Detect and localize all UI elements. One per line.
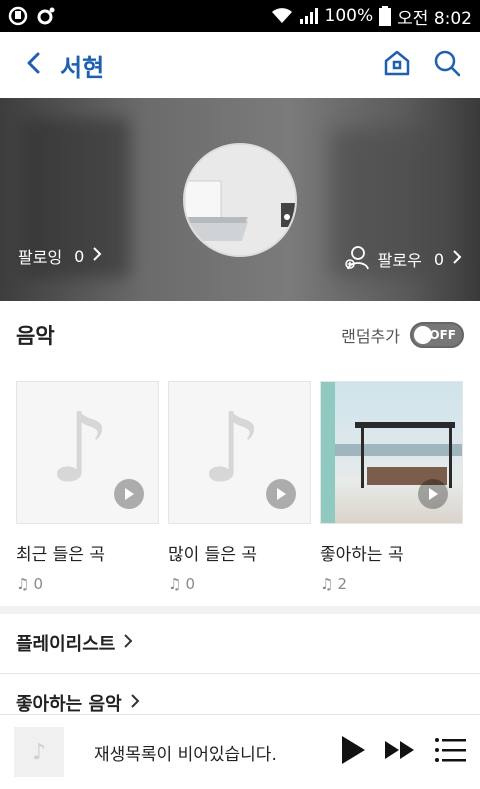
- playlist-icon: [434, 737, 466, 767]
- music-note-small-icon: ♫: [320, 575, 334, 593]
- app-header: 서현: [0, 32, 480, 98]
- chevron-right-icon: [123, 633, 133, 654]
- music-note-small-icon: ♫: [16, 575, 30, 593]
- toggle-state: OFF: [429, 328, 456, 342]
- chevron-right-icon: [92, 246, 102, 266]
- card-thumbnail: ♪: [16, 381, 159, 524]
- playlists-label: 플레이리스트: [16, 634, 116, 655]
- song-count: 2: [337, 575, 347, 593]
- card-thumbnail: [320, 381, 463, 524]
- play-icon: [340, 735, 366, 769]
- music-note-small-icon: ♫: [168, 575, 182, 593]
- play-button[interactable]: [266, 479, 296, 509]
- chevron-right-icon: [130, 693, 140, 714]
- random-add-label: 랜덤추가: [341, 327, 400, 346]
- play-button[interactable]: [114, 479, 144, 509]
- card-label: 많이 들은 곡: [168, 545, 258, 565]
- music-note-icon: ♪: [49, 392, 111, 504]
- clock: 오전 8:02: [397, 8, 472, 29]
- section-title: 음악: [16, 324, 55, 348]
- following-link[interactable]: 팔로잉 0: [18, 244, 102, 268]
- card-label: 최근 들은 곡: [16, 545, 106, 565]
- battery-percent: 100%: [324, 6, 374, 26]
- battery-icon: [379, 6, 392, 26]
- fast-forward-icon: [384, 740, 416, 764]
- player-message: 재생목록이 비어있습니다.: [94, 744, 277, 765]
- song-count: 0: [185, 575, 195, 593]
- app-notification-icon: [8, 6, 28, 26]
- home-button[interactable]: [380, 48, 414, 82]
- random-add-toggle[interactable]: OFF: [410, 322, 464, 348]
- following-count: 0: [74, 246, 85, 266]
- home-icon: [382, 48, 412, 82]
- followers-link[interactable]: 팔로우 0: [344, 244, 462, 274]
- signal-icon: [299, 7, 319, 25]
- toggle-knob: [414, 326, 432, 344]
- card-thumbnail: ♪: [168, 381, 311, 524]
- playlist-button[interactable]: [434, 737, 466, 767]
- now-playing-art[interactable]: ♪: [14, 727, 64, 777]
- chevron-left-icon: [26, 52, 42, 78]
- music-app-icon: [36, 6, 56, 26]
- play-button[interactable]: [340, 735, 366, 769]
- wifi-icon: [271, 7, 293, 25]
- user-add-icon: [344, 244, 370, 274]
- song-count: 0: [33, 575, 43, 593]
- search-icon: [433, 49, 461, 81]
- status-bar: 100% 오전 8:02: [0, 0, 480, 32]
- music-note-icon: ♪: [201, 392, 263, 504]
- recent-songs-card[interactable]: ♪ 최근 들은 곡 ♫ 0: [16, 381, 159, 596]
- followers-label: 팔로우: [377, 251, 422, 270]
- music-note-icon: ♪: [31, 739, 47, 765]
- search-button[interactable]: [430, 48, 464, 82]
- liked-music-label: 좋아하는 음악: [16, 694, 122, 715]
- avatar[interactable]: [183, 143, 297, 257]
- page-title: 서현: [60, 53, 105, 82]
- mini-player: ♪ 재생목록이 비어있습니다.: [0, 714, 480, 789]
- chevron-right-icon: [452, 249, 462, 269]
- followers-count: 0: [433, 249, 444, 269]
- music-section: 음악 랜덤추가 OFF ♪ 최근 들은 곡 ♫ 0 ♪ 많이 들은 곡 ♫ 0 …: [0, 301, 480, 606]
- back-button[interactable]: [16, 47, 52, 83]
- card-label: 좋아하는 곡: [320, 545, 404, 565]
- following-label: 팔로잉: [18, 248, 63, 267]
- liked-songs-card[interactable]: 좋아하는 곡 ♫ 2: [320, 381, 463, 596]
- profile-banner: 팔로잉 0 팔로우 0: [0, 98, 480, 301]
- most-played-card[interactable]: ♪ 많이 들은 곡 ♫ 0: [168, 381, 311, 596]
- playlists-link[interactable]: 플레이리스트: [16, 614, 464, 672]
- play-button[interactable]: [418, 479, 448, 509]
- next-button[interactable]: [384, 740, 416, 764]
- section-divider: [0, 606, 480, 614]
